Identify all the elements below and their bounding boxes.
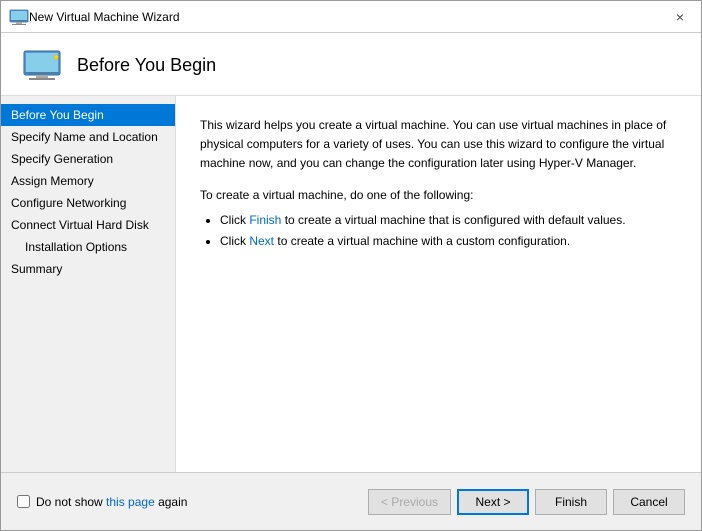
title-bar: New Virtual Machine Wizard ×: [1, 1, 701, 33]
bullet-list: Click Finish to create a virtual machine…: [200, 210, 677, 253]
this-page-link[interactable]: this page: [106, 495, 155, 509]
close-button[interactable]: ×: [667, 4, 693, 30]
bullet-item-next: Click Next to create a virtual machine w…: [220, 231, 677, 253]
bullet-item-finish: Click Finish to create a virtual machine…: [220, 210, 677, 232]
next-button[interactable]: Next >: [457, 489, 529, 515]
cancel-button[interactable]: Cancel: [613, 489, 685, 515]
checkbox-area: Do not show this page again: [17, 495, 368, 509]
window-title: New Virtual Machine Wizard: [29, 10, 667, 24]
dont-show-checkbox[interactable]: [17, 495, 30, 508]
wizard-header: Before You Begin: [1, 33, 701, 96]
sidebar-item-generation[interactable]: Specify Generation: [1, 148, 175, 170]
sidebar-item-networking[interactable]: Configure Networking: [1, 192, 175, 214]
intro-paragraph: This wizard helps you create a virtual m…: [200, 116, 677, 174]
sidebar-item-hard-disk[interactable]: Connect Virtual Hard Disk: [1, 214, 175, 236]
next-link[interactable]: Next: [249, 234, 274, 248]
sidebar-item-installation[interactable]: Installation Options: [1, 236, 175, 258]
page-title: Before You Begin: [77, 55, 216, 76]
header-icon: [21, 49, 61, 81]
dont-show-label[interactable]: Do not show this page again: [36, 495, 187, 509]
button-group: < Previous Next > Finish Cancel: [368, 489, 685, 515]
sidebar-item-memory[interactable]: Assign Memory: [1, 170, 175, 192]
main-content: This wizard helps you create a virtual m…: [176, 96, 701, 472]
window-icon: [9, 9, 29, 25]
finish-button[interactable]: Finish: [535, 489, 607, 515]
sidebar-item-summary[interactable]: Summary: [1, 258, 175, 280]
sidebar: Before You Begin Specify Name and Locati…: [1, 96, 176, 472]
footer-area: Do not show this page again < Previous N…: [1, 472, 701, 530]
sidebar-item-name-location[interactable]: Specify Name and Location: [1, 126, 175, 148]
sidebar-item-before-you-begin[interactable]: Before You Begin: [1, 104, 175, 126]
previous-button[interactable]: < Previous: [368, 489, 451, 515]
content-area: Before You Begin Specify Name and Locati…: [1, 96, 701, 472]
instructions-title: To create a virtual machine, do one of t…: [200, 188, 677, 202]
finish-link[interactable]: Finish: [249, 213, 281, 227]
wizard-window: New Virtual Machine Wizard × Before You …: [0, 0, 702, 531]
